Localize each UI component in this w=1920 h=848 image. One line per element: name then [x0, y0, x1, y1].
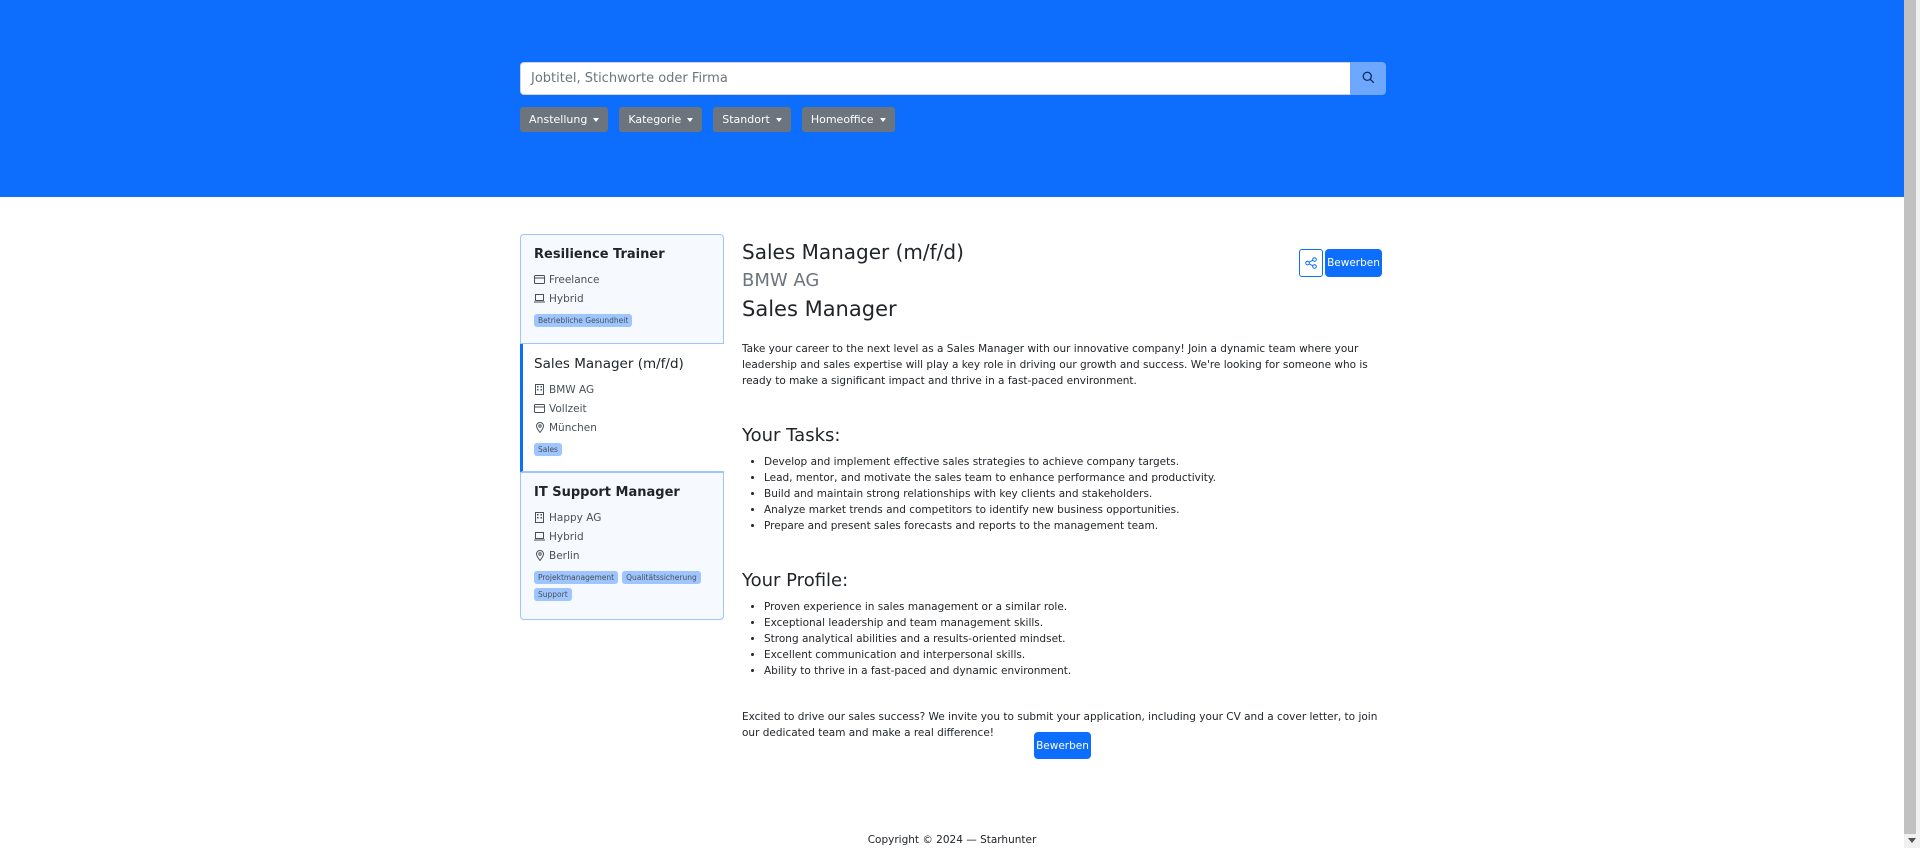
job-company-label: BMW AG — [549, 383, 595, 396]
list-item: Build and maintain strong relationships … — [764, 486, 1387, 502]
search-button[interactable] — [1350, 62, 1386, 95]
scrollbar-thumb[interactable] — [1904, 0, 1916, 834]
profile-list: Proven experience in sales management or… — [742, 599, 1387, 679]
filter-bar: Anstellung Kategorie Standort Homeoffice — [520, 107, 895, 132]
job-tags: Betriebliche Gesundheit — [534, 314, 711, 327]
job-card-sales-manager[interactable]: Sales Manager (m/f/d) BMW AG Vollzeit Mü… — [520, 344, 724, 472]
map-pin-icon — [534, 550, 545, 561]
job-title: Sales Manager (m/f/d) — [534, 356, 684, 372]
list-item: Ability to thrive in a fast-paced and dy… — [764, 663, 1387, 679]
filter-label: Kategorie — [628, 113, 682, 126]
job-type-label: Vollzeit — [549, 402, 587, 415]
job-type: Freelance — [534, 270, 711, 289]
filter-label: Standort — [722, 113, 770, 126]
building-icon — [534, 512, 545, 523]
tag: Projektmanagement — [534, 571, 619, 584]
job-title: Resilience Trainer — [534, 247, 665, 262]
job-mode: Hybrid — [534, 527, 711, 546]
tag: Qualitätssicherung — [622, 571, 701, 584]
search-header: Jobtitel, Stichworte oder Firma Anstellu… — [0, 0, 1904, 197]
search-icon — [1362, 69, 1375, 88]
caret-down-icon — [687, 117, 694, 122]
list-item: Excellent communication and interpersona… — [764, 647, 1387, 663]
list-item: Develop and implement effective sales st… — [764, 454, 1387, 470]
search-input[interactable]: Jobtitel, Stichworte oder Firma — [520, 62, 1350, 95]
detail-title: Sales Manager (m/f/d) — [742, 240, 964, 264]
filter-label: Anstellung — [529, 113, 588, 126]
filter-label: Homeoffice — [810, 113, 874, 126]
search-bar: Jobtitel, Stichworte oder Firma — [520, 62, 1386, 95]
filter-kategorie[interactable]: Kategorie — [619, 107, 703, 132]
job-card-it-support-manager[interactable]: IT Support Manager Happy AG Hybrid Berli… — [520, 472, 724, 620]
job-location-label: München — [549, 421, 597, 434]
job-tags: Projektmanagement Qualitätssicherung Sup… — [534, 571, 711, 601]
list-item: Strong analytical abilities and a result… — [764, 631, 1387, 647]
building-icon — [534, 384, 545, 395]
filter-standort[interactable]: Standort — [713, 107, 791, 132]
detail-intro: Take your career to the next level as a … — [742, 343, 1368, 387]
filter-anstellung[interactable]: Anstellung — [520, 107, 609, 132]
job-company: BMW AG — [534, 380, 712, 399]
job-type: Vollzeit — [534, 399, 712, 418]
list-item: Analyze market trends and competitors to… — [764, 502, 1387, 518]
caret-down-icon — [775, 117, 782, 122]
job-title: IT Support Manager — [534, 485, 680, 500]
detail-subtitle: Sales Manager — [742, 297, 897, 321]
card-icon — [534, 274, 545, 285]
job-card-resilience-trainer[interactable]: Resilience Trainer Freelance Hybrid Betr… — [520, 234, 724, 344]
job-mode: Hybrid — [534, 289, 711, 308]
list-item: Lead, mentor, and motivate the sales tea… — [764, 470, 1387, 486]
caret-down-icon — [593, 117, 600, 122]
job-location: München — [534, 418, 712, 437]
tag: Betriebliche Gesundheit — [534, 314, 633, 327]
job-mode-label: Hybrid — [549, 292, 584, 305]
list-item: Prepare and present sales forecasts and … — [764, 518, 1387, 534]
apply-button-bottom[interactable]: Bewerben — [1034, 732, 1091, 759]
scroll-down-arrow-icon[interactable] — [1908, 838, 1916, 843]
footer-copyright: Copyright © 2024 — Starhunter — [867, 834, 1037, 846]
card-icon — [534, 403, 545, 414]
tasks-list: Develop and implement effective sales st… — [742, 454, 1387, 534]
job-location-label: Berlin — [549, 549, 580, 562]
job-tags: Sales — [534, 443, 712, 456]
job-location: Berlin — [534, 546, 711, 565]
job-company-label: Happy AG — [549, 511, 602, 524]
list-item: Proven experience in sales management or… — [764, 599, 1387, 615]
job-list: Resilience Trainer Freelance Hybrid Betr… — [520, 234, 724, 620]
job-mode-label: Hybrid — [549, 530, 584, 543]
profile-heading: Your Profile: — [742, 570, 849, 591]
list-item: Exceptional leadership and team manageme… — [764, 615, 1387, 631]
caret-down-icon — [879, 117, 886, 122]
job-type-label: Freelance — [549, 273, 600, 286]
filter-homeoffice[interactable]: Homeoffice — [801, 107, 895, 132]
tag: Sales — [534, 443, 562, 456]
page: Jobtitel, Stichworte oder Firma Anstellu… — [0, 0, 1904, 848]
job-detail: Sales Manager (m/f/d) BMW AG Sales Manag… — [742, 240, 1387, 741]
tag: Support — [534, 588, 572, 601]
laptop-icon — [534, 293, 545, 304]
job-company: Happy AG — [534, 508, 711, 527]
detail-company: BMW AG — [742, 270, 820, 291]
tasks-heading: Your Tasks: — [742, 425, 841, 446]
laptop-icon — [534, 531, 545, 542]
map-pin-icon — [534, 422, 545, 433]
